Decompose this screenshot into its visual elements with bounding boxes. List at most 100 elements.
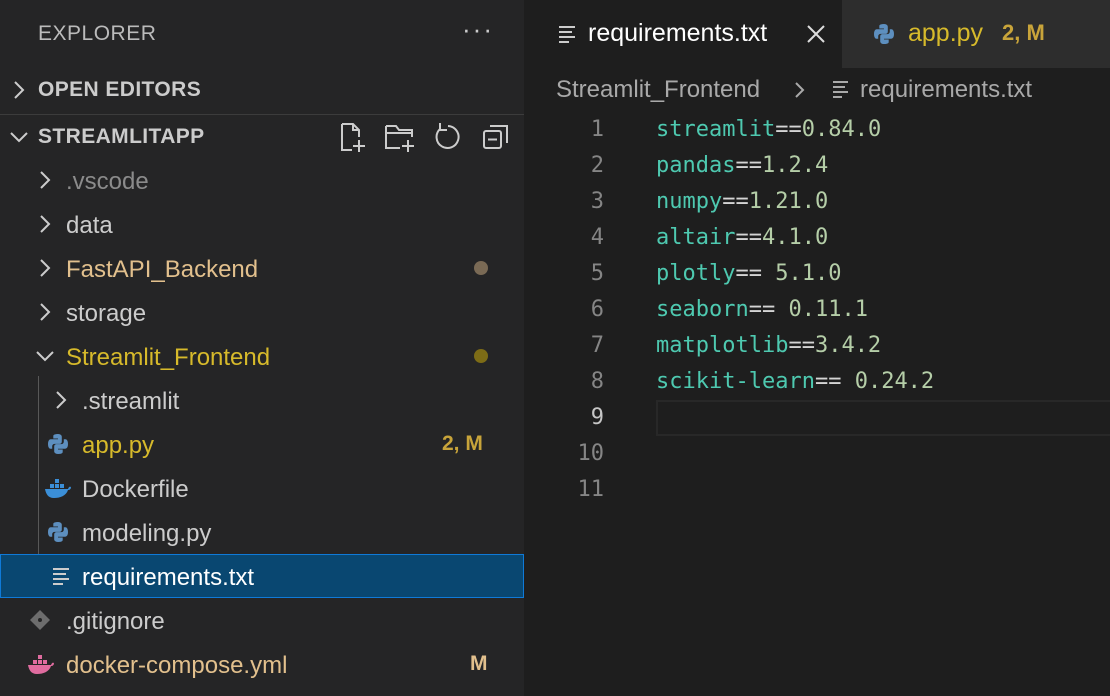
version: 0.24.2 <box>854 369 935 394</box>
line-number: 1 <box>590 117 604 142</box>
tree-item-storage[interactable]: storage <box>0 290 524 334</box>
tree-item-label: Dockerfile <box>82 476 189 503</box>
code-line: 4 altair==4.1.0 <box>524 220 1110 256</box>
breadcrumb-folder[interactable]: Streamlit_Frontend <box>556 76 760 104</box>
line-number: 10 <box>577 441 605 466</box>
text-file-icon <box>833 81 848 98</box>
explorer-title: EXPLORER <box>38 22 157 45</box>
line-content: matplotlib==3.4.2 <box>656 333 881 358</box>
version: 3.4.2 <box>814 333 882 358</box>
package-name: matplotlib <box>656 333 789 358</box>
version: 5.1.0 <box>775 261 842 286</box>
tree-item-label: FastAPI_Backend <box>66 256 259 283</box>
tab-requirements-txt[interactable]: requirements.txt <box>524 0 842 68</box>
collapse-all-icon[interactable] <box>480 121 512 153</box>
tab-label: requirements.txt <box>588 19 768 47</box>
problems-badge: 2, M <box>442 432 483 455</box>
tree-item-label: Streamlit_Frontend <box>66 344 271 371</box>
line-content: scikit-learn== 0.24.2 <box>656 369 934 394</box>
open-editors-section-header[interactable]: OPEN EDITORS <box>0 68 524 112</box>
version: 0.11.1 <box>788 297 868 322</box>
operator: == <box>722 189 749 214</box>
new-folder-icon[interactable] <box>384 121 416 153</box>
tab-bar: requirements.txt app.py 2, M <box>524 0 1110 68</box>
code-line: 1 streamlit==0.84.0 <box>524 112 1110 148</box>
modified-badge: M <box>470 652 488 675</box>
tree-item-label: .gitignore <box>66 608 165 635</box>
explorer-sidebar: EXPLORER ··· OPEN EDITORS STREAMLITAPP .… <box>0 0 524 696</box>
package-name: plotly <box>656 261 736 286</box>
chevron-right-icon <box>795 82 805 98</box>
tree-item-label: .streamlit <box>82 388 180 415</box>
chevron-down-icon <box>36 351 54 362</box>
chevron-right-icon <box>14 81 25 99</box>
operator: == <box>748 297 789 322</box>
tab-label: app.py <box>908 19 984 47</box>
tree-item-requirements-txt[interactable]: requirements.txt <box>0 554 524 598</box>
chevron-right-icon <box>40 215 51 233</box>
operator: == <box>775 117 802 142</box>
operator: == <box>735 225 762 250</box>
open-editors-label: OPEN EDITORS <box>38 78 202 101</box>
tree-item-dockerfile[interactable]: Dockerfile <box>0 466 524 510</box>
tree-item-fastapi-backend[interactable]: FastAPI_Backend <box>0 246 524 290</box>
line-content: seaborn== 0.11.1 <box>656 297 868 322</box>
tree-item-label: app.py <box>82 432 155 459</box>
operator: == <box>735 153 762 178</box>
operator: == <box>788 333 815 358</box>
project-section-header[interactable]: STREAMLITAPP <box>0 114 524 158</box>
code-line: 10 <box>524 436 1110 472</box>
version: 1.21.0 <box>748 189 829 214</box>
text-file-icon <box>53 568 69 585</box>
operator: == <box>735 261 776 286</box>
modified-dot-icon <box>474 349 488 363</box>
chevron-right-icon <box>40 303 51 321</box>
current-line-highlight <box>656 400 1110 436</box>
tree-item-docker-compose[interactable]: docker-compose.yml M <box>0 642 524 686</box>
version: 4.1.0 <box>761 225 829 250</box>
tree-item-data[interactable]: data <box>0 202 524 246</box>
tab-app-py[interactable]: app.py 2, M <box>842 0 1110 68</box>
chevron-right-icon <box>56 391 67 409</box>
more-actions-icon[interactable]: ··· <box>462 14 494 45</box>
operator: == <box>814 369 855 394</box>
python-icon <box>48 522 68 542</box>
code-line: 11 <box>524 472 1110 508</box>
editor-area: requirements.txt app.py 2, M Streamlit_F… <box>524 0 1110 696</box>
line-content: streamlit==0.84.0 <box>656 117 881 142</box>
version: 0.84.0 <box>801 117 882 142</box>
package-name: numpy <box>656 189 723 214</box>
chevron-right-icon <box>40 259 51 277</box>
line-number: 3 <box>590 189 604 214</box>
line-number: 9 <box>590 405 604 430</box>
refresh-icon[interactable] <box>432 121 464 153</box>
problems-badge: 2, M <box>1002 20 1045 45</box>
line-number: 4 <box>590 225 604 250</box>
tree-item-modeling-py[interactable]: modeling.py <box>0 510 524 554</box>
tree-item-gitignore[interactable]: .gitignore <box>0 598 524 642</box>
tree-item-label: .vscode <box>66 168 149 195</box>
explorer-header: EXPLORER ··· <box>0 0 524 68</box>
line-number: 2 <box>590 153 604 178</box>
tree-item-app-py[interactable]: app.py 2, M <box>0 422 524 466</box>
tree-item-streamlit-frontend[interactable]: Streamlit_Frontend <box>0 334 524 378</box>
package-name: seaborn <box>656 297 749 322</box>
chevron-right-icon <box>40 171 51 189</box>
package-name: altair <box>656 225 736 250</box>
tree-item-label: modeling.py <box>82 520 212 547</box>
git-icon <box>30 610 50 630</box>
code-line: 5 plotly== 5.1.0 <box>524 256 1110 292</box>
package-name: streamlit <box>656 117 776 142</box>
new-file-icon[interactable] <box>336 121 368 153</box>
chevron-down-icon <box>10 132 28 143</box>
tree-item-label: data <box>66 212 113 239</box>
python-icon <box>874 24 894 44</box>
package-name: scikit-learn <box>656 369 815 394</box>
line-number: 6 <box>590 297 604 322</box>
version: 1.2.4 <box>761 153 829 178</box>
close-icon[interactable] <box>804 22 828 46</box>
tree-item-vscode[interactable]: .vscode <box>0 158 524 202</box>
breadcrumb-file[interactable]: requirements.txt <box>860 76 1032 104</box>
modified-dot-icon <box>474 261 488 275</box>
tree-item-streamlit-config[interactable]: .streamlit <box>0 378 524 422</box>
